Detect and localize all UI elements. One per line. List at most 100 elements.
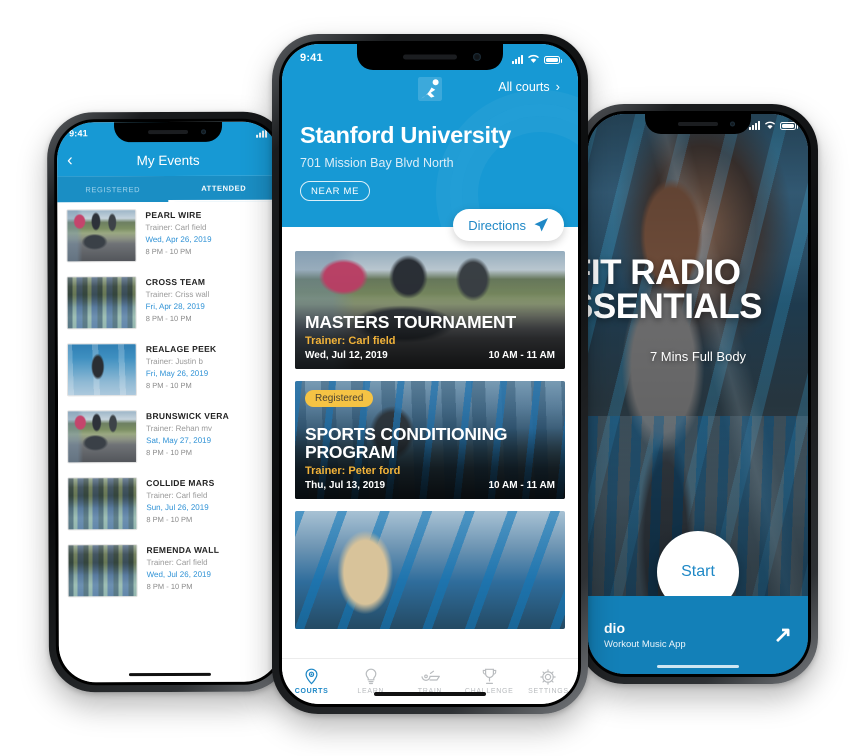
navigation-arrow-icon [534, 218, 548, 232]
event-meta: REALAGE PEEK Trainer: Justin b Fri, May 26… [146, 343, 272, 390]
card-title-text: MASTERS TOURNAMENT [305, 311, 516, 332]
earpiece-speaker-icon [678, 122, 718, 126]
list-item[interactable]: REMENDA WALL Trainer: Carl field Wed, Jul … [58, 537, 280, 605]
front-camera-icon [473, 53, 481, 61]
event-time: 8 PM - 10 PM [146, 447, 193, 457]
event-thumbnail [66, 343, 137, 397]
workout-title-line2: SSENTIALS [588, 286, 762, 326]
workout-subtitle: 7 Mins Full Body [649, 349, 747, 364]
app-promo-banner[interactable]: dio Workout Music App ↗ [588, 596, 808, 674]
card-date: Wed, Jul 12, 2019 [305, 350, 388, 361]
bottom-tab-bar[interactable]: COURTS LEARN TRAIN CHALLENGE SETTINGS [282, 658, 578, 704]
card-title: SPORTS CONDITIONING PROGRAM [305, 425, 555, 461]
list-item[interactable]: PEARL WIRE Trainer: Carl field Wed, Apr 26… [57, 202, 279, 270]
event-time: 8 PM - 10 PM [146, 514, 193, 524]
event-trainer: Trainer: Justin b [145, 356, 203, 367]
front-camera-icon [730, 121, 735, 127]
card-photo [295, 511, 565, 629]
event-trainer: Trainer: Carl field [146, 557, 208, 568]
event-meta: REMENDA WALL Trainer: Carl field Wed, Jul … [146, 544, 272, 591]
all-courts-button[interactable]: All courts › [498, 79, 560, 94]
tab-label: COURTS [294, 687, 329, 695]
event-time: 8 PM - 10 PM [145, 313, 192, 323]
trophy-icon [482, 668, 497, 685]
page-title: My Events [136, 152, 200, 169]
directions-label: Directions [468, 217, 526, 233]
tab-registered[interactable]: REGISTERED [57, 176, 168, 202]
location-pin-icon [304, 668, 319, 685]
list-item[interactable]: CROSS TEAM Trainer: Criss wall Fri, Apr 28… [58, 269, 280, 337]
event-trainer: Trainer: Criss wall [145, 289, 210, 300]
lightbulb-icon [364, 668, 378, 685]
event-name: PEARL WIRE [145, 209, 202, 221]
event-thumbnail [66, 209, 137, 263]
event-thumbnail [67, 477, 138, 531]
event-date: Wed, Apr 26, 2019 [145, 234, 212, 245]
venue-header: All courts › Stanford University 701 Mis… [282, 44, 578, 227]
event-name: BRUNSWICK VERA [146, 410, 230, 422]
directions-button[interactable]: Directions [453, 209, 564, 241]
chevron-right-icon: › [555, 79, 560, 94]
list-item[interactable]: REALAGE PEEK Trainer: Justin b Fri, May 26… [58, 336, 280, 404]
tab-registered-label: REGISTERED [85, 184, 141, 194]
event-meta: COLLIDE MARS Trainer: Carl field Sun, Jul … [146, 477, 272, 524]
tab-train[interactable]: TRAIN [400, 669, 459, 695]
event-card[interactable]: MASTERS TOURNAMENT Trainer: Carl field Wed… [295, 251, 565, 369]
center-phone-bezel: 9:41 All courts › Stanford University 70… [279, 41, 581, 707]
athlete-logo-icon [418, 77, 442, 101]
list-item[interactable]: BRUNSWICK VERA Trainer: Rehan mv Sat, May … [58, 403, 280, 471]
event-name: REMENDA WALL [146, 544, 220, 556]
events-list[interactable]: PEARL WIRE Trainer: Carl field Wed, Apr 26… [57, 201, 281, 683]
tab-challenge[interactable]: CHALLENGE [460, 668, 519, 695]
tab-attended[interactable]: ATTENDED [168, 175, 280, 203]
venue-name: Stanford University [300, 122, 512, 148]
tab-settings[interactable]: SETTINGS [519, 668, 578, 695]
chevron-left-icon[interactable]: ‹ [67, 150, 89, 169]
whistle-icon [420, 669, 440, 685]
list-item[interactable]: COLLIDE MARS Trainer: Carl field Sun, Jul … [58, 470, 280, 538]
events-feed[interactable]: MASTERS TOURNAMENT Trainer: Carl field Wed… [282, 227, 578, 658]
event-date: Fri, May 26, 2019 [145, 368, 209, 379]
event-meta: PEARL WIRE Trainer: Carl field Wed, Apr 26… [145, 209, 271, 256]
venue-address: 701 Mission Bay Blvd North [300, 156, 454, 170]
banner-title: dio [604, 620, 625, 636]
tab-learn[interactable]: LEARN [341, 668, 400, 695]
event-name: REALAGE PEEK [145, 343, 217, 355]
event-card[interactable] [295, 511, 565, 629]
event-trainer: Trainer: Carl field [146, 490, 208, 501]
right-phone-mockup: FIT RADIO SSENTIALS 7 Mins Full Body Sta… [578, 104, 818, 684]
event-trainer: Trainer: Rehan mv [146, 423, 213, 434]
event-meta: BRUNSWICK VERA Trainer: Rehan mv Sat, May … [146, 410, 272, 457]
event-thumbnail [66, 276, 137, 330]
left-tab-strip: REGISTERED ATTENDED [57, 175, 280, 203]
card-text: MASTERS TOURNAMENT Trainer: Carl field Wed… [305, 313, 555, 361]
all-courts-label: All courts [498, 79, 550, 94]
left-phone-mockup: 9:41 ‹ My Events REGISTERED ATTENDED PEA… [46, 111, 292, 693]
card-footer: Thu, Jul 13, 2019 10 AM - 11 AM [305, 480, 555, 491]
center-phone-notch [357, 44, 503, 70]
card-date: Thu, Jul 13, 2019 [305, 480, 386, 491]
event-card[interactable]: Registered SPORTS CONDITIONING PROGRAM Trai… [295, 381, 565, 499]
event-time: 8 PM - 10 PM [145, 246, 192, 256]
card-title: MASTERS TOURNAMENT [305, 313, 555, 331]
gear-icon [540, 668, 557, 685]
tab-courts[interactable]: COURTS [282, 668, 341, 695]
event-date: Sun, Jul 26, 2019 [146, 502, 209, 513]
right-phone-notch [645, 114, 751, 134]
event-name: COLLIDE MARS [146, 477, 215, 489]
event-time: 8 PM - 10 PM [145, 380, 192, 390]
right-phone-bezel: FIT RADIO SSENTIALS 7 Mins Full Body Sta… [585, 111, 811, 677]
workout-title: FIT RADIO SSENTIALS [588, 255, 808, 326]
near-me-badge[interactable]: NEAR ME [300, 181, 371, 201]
home-indicator [657, 665, 739, 668]
banner-text: dio Workout Music App [604, 620, 686, 650]
front-camera-icon [201, 129, 207, 135]
left-phone-notch [114, 121, 223, 143]
center-phone-mockup: 9:41 All courts › Stanford University 70… [272, 34, 588, 714]
earpiece-speaker-icon [403, 54, 457, 60]
card-footer: Wed, Jul 12, 2019 10 AM - 11 AM [305, 350, 555, 361]
event-date: Sat, May 27, 2019 [146, 435, 212, 446]
status-badge: Registered [305, 390, 374, 407]
external-link-arrow-icon[interactable]: ↗ [774, 624, 792, 646]
card-trainer: Trainer: Peter ford [305, 465, 401, 477]
